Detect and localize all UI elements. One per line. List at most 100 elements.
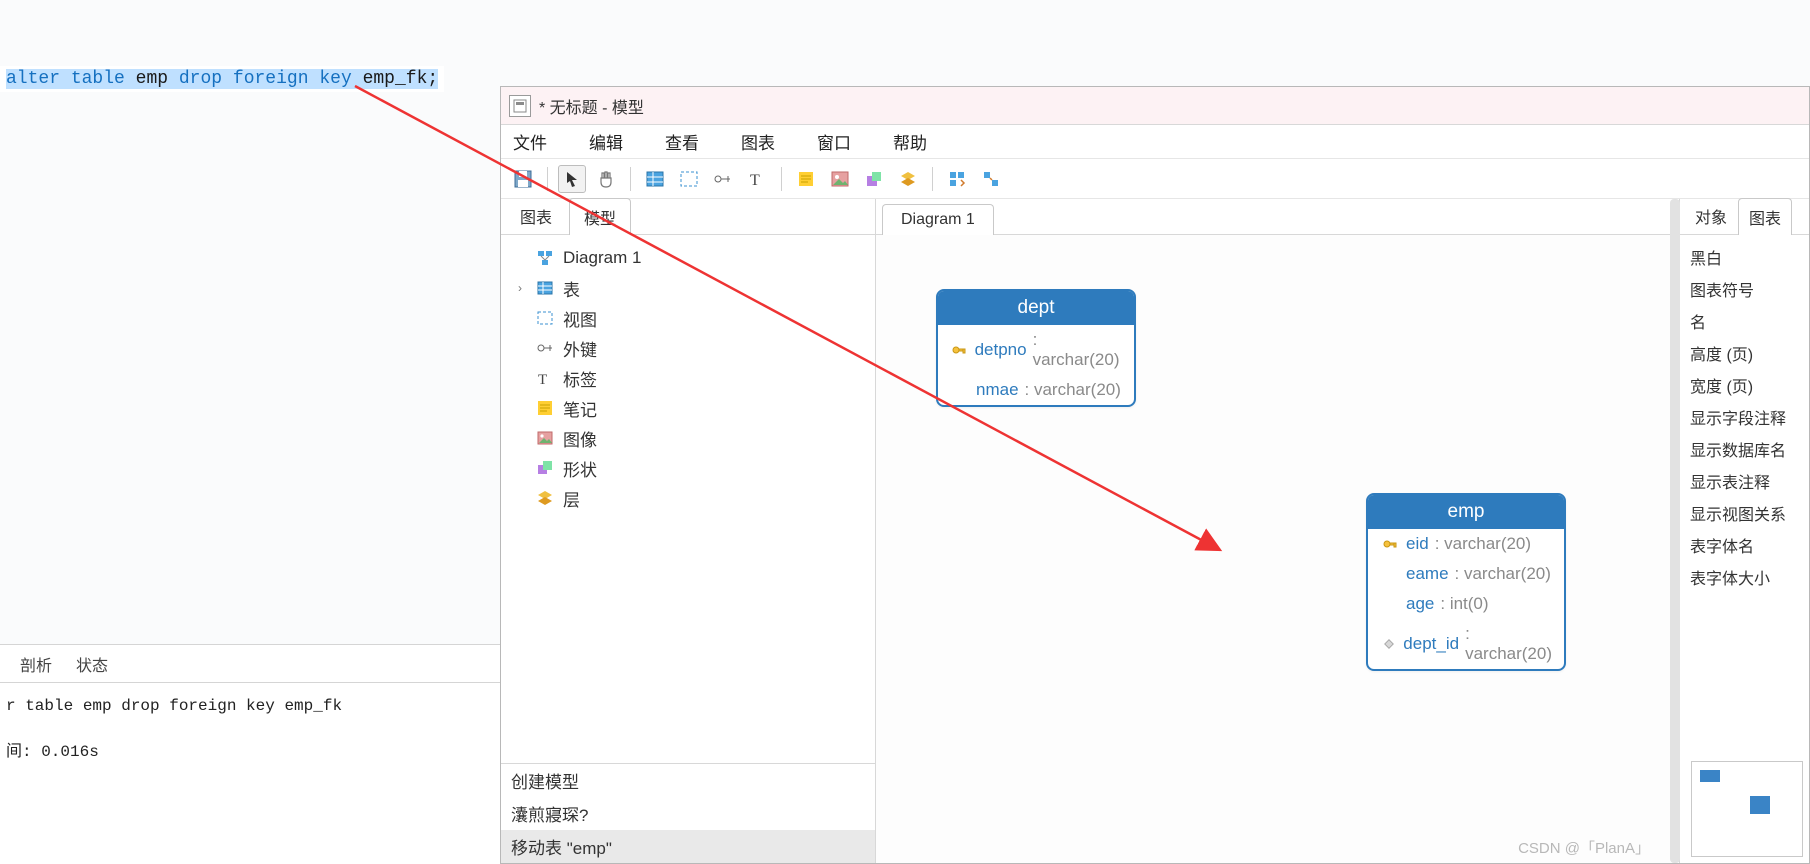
toolbar: T (501, 159, 1809, 199)
app-icon (509, 95, 531, 117)
tree-item-label[interactable]: T 标签 (513, 363, 863, 393)
fk-icon (535, 339, 555, 357)
menu-edit[interactable]: 编辑 (589, 129, 623, 154)
tab-object[interactable]: 对象 (1684, 197, 1738, 234)
console-log-line-2: 间: 0.016s (6, 737, 494, 761)
tab-profile[interactable]: 剖析 (20, 652, 52, 676)
right-tabs: 对象 图表 (1680, 199, 1809, 235)
table-column: dept_id: varchar(20) (1368, 619, 1564, 669)
layout-button-1[interactable] (943, 165, 971, 193)
property-item[interactable]: 高度 (页) (1690, 337, 1799, 369)
tree-item-label: 外键 (563, 336, 597, 361)
shape-tool[interactable] (860, 165, 888, 193)
window-title: * 无标题 - 模型 (539, 94, 644, 118)
svg-text:T: T (750, 172, 760, 189)
image-icon (535, 429, 555, 447)
property-item[interactable]: 名 (1690, 305, 1799, 337)
shape-icon (535, 459, 555, 477)
tree-item-label: 层 (563, 486, 580, 511)
tree-item-label: 标签 (563, 366, 597, 391)
image-tool[interactable] (826, 165, 854, 193)
tree-item-note[interactable]: 笔记 (513, 393, 863, 423)
table-emp[interactable]: empeid: varchar(20)eame: varchar(20)age:… (1366, 493, 1566, 671)
menu-file[interactable]: 文件 (513, 129, 547, 154)
table-column: detpno: varchar(20) (938, 325, 1134, 375)
table-header: emp (1368, 495, 1564, 529)
property-item[interactable]: 显示字段注释 (1690, 401, 1799, 433)
diamond-icon (1382, 637, 1396, 651)
menu-view[interactable]: 查看 (665, 129, 699, 154)
fk-tool[interactable] (709, 165, 737, 193)
tree-item-shape[interactable]: 形状 (513, 453, 863, 483)
tab-status[interactable]: 状态 (76, 652, 108, 676)
table-tool[interactable] (641, 165, 669, 193)
property-item[interactable]: 图表符号 (1690, 273, 1799, 305)
modeler-window: * 无标题 - 模型 文件 编辑 查看 图表 窗口 帮助 T (500, 86, 1810, 864)
layer-tool[interactable] (894, 165, 922, 193)
tab-model[interactable]: 模型 (569, 198, 631, 235)
table-column: nmae: varchar(20) (938, 375, 1134, 405)
property-item[interactable]: 表字体大小 (1690, 561, 1799, 593)
tree-item-image[interactable]: 图像 (513, 423, 863, 453)
sql-line[interactable]: alter table emp drop foreign key emp_fk; (0, 66, 444, 92)
table-header: dept (938, 291, 1134, 325)
minimap-emp (1750, 796, 1770, 814)
canvas-tabs: Diagram 1 (876, 199, 1679, 235)
pointer-tool[interactable] (558, 165, 586, 193)
expand-icon: › (513, 281, 527, 295)
menu-help[interactable]: 帮助 (893, 129, 927, 154)
console-log-line-1: r table emp drop foreign key emp_fk (6, 697, 494, 715)
layer-icon (535, 489, 555, 507)
console-panel: 剖析 状态 r table emp drop foreign key emp_f… (0, 644, 500, 864)
table-icon (535, 279, 555, 297)
table-dept[interactable]: deptdetpno: varchar(20)nmae: varchar(20) (936, 289, 1136, 407)
titlebar: * 无标题 - 模型 (501, 87, 1809, 125)
tree-item-view[interactable]: 视图 (513, 303, 863, 333)
left-tabs: 图表 模型 (501, 199, 875, 235)
diagram-canvas[interactable]: deptdetpno: varchar(20)nmae: varchar(20)… (876, 235, 1679, 863)
layout-button-2[interactable] (977, 165, 1005, 193)
tree-item-label: 图像 (563, 426, 597, 451)
sql-editor-area: alter table emp drop foreign key emp_fk;… (0, 0, 500, 864)
scrollbar[interactable] (1670, 199, 1680, 863)
menu-window[interactable]: 窗口 (817, 129, 851, 154)
minimap[interactable] (1691, 761, 1803, 857)
property-item[interactable]: 显示视图关系 (1690, 497, 1799, 529)
left-panel: 图表 模型 Diagram 1›表视图外键T标签笔记图像形状层 创建模型灢煎寢琛… (501, 199, 876, 863)
note-icon (535, 399, 555, 417)
label-tool[interactable]: T (743, 165, 771, 193)
minimap-dept (1700, 770, 1720, 782)
view-tool[interactable] (675, 165, 703, 193)
property-item[interactable]: 表字体名 (1690, 529, 1799, 561)
tree-item-table[interactable]: ›表 (513, 273, 863, 303)
tree-item-label: 表 (563, 276, 580, 301)
label-icon: T (535, 369, 555, 387)
model-tree: Diagram 1›表视图外键T标签笔记图像形状层 (501, 235, 875, 763)
note-tool[interactable] (792, 165, 820, 193)
menu-diagram[interactable]: 图表 (741, 129, 775, 154)
tree-item-label: 笔记 (563, 396, 597, 421)
tab-diagram[interactable]: 图表 (505, 197, 567, 234)
tab-diagram-props[interactable]: 图表 (1738, 198, 1792, 235)
property-item[interactable]: 显示数据库名 (1690, 433, 1799, 465)
tree-item-diagram[interactable]: Diagram 1 (513, 243, 863, 273)
property-item[interactable]: 宽度 (页) (1690, 369, 1799, 401)
pan-tool[interactable] (592, 165, 620, 193)
toolbar-separator (932, 167, 933, 191)
tree-item-layer[interactable]: 层 (513, 483, 863, 513)
tree-item-label: 视图 (563, 306, 597, 331)
property-list: 黑白图表符号名高度 (页)宽度 (页)显示字段注释显示数据库名显示表注释显示视图… (1680, 235, 1809, 599)
table-column: eid: varchar(20) (1368, 529, 1564, 559)
log-line[interactable]: 灢煎寢琛? (501, 797, 875, 830)
canvas-tab-diagram1[interactable]: Diagram 1 (882, 204, 994, 235)
log-line[interactable]: 移动表 "emp" (501, 830, 875, 863)
canvas-panel: Diagram 1 deptdetpno: varchar(20)nmae: v… (876, 199, 1679, 863)
property-item[interactable]: 显示表注释 (1690, 465, 1799, 497)
toolbar-separator (781, 167, 782, 191)
log-line[interactable]: 创建模型 (501, 764, 875, 797)
tree-item-fk[interactable]: 外键 (513, 333, 863, 363)
save-button[interactable] (509, 165, 537, 193)
property-item[interactable]: 黑白 (1690, 241, 1799, 273)
key-icon (1382, 536, 1398, 552)
right-panel: 对象 图表 黑白图表符号名高度 (页)宽度 (页)显示字段注释显示数据库名显示表… (1679, 199, 1809, 863)
